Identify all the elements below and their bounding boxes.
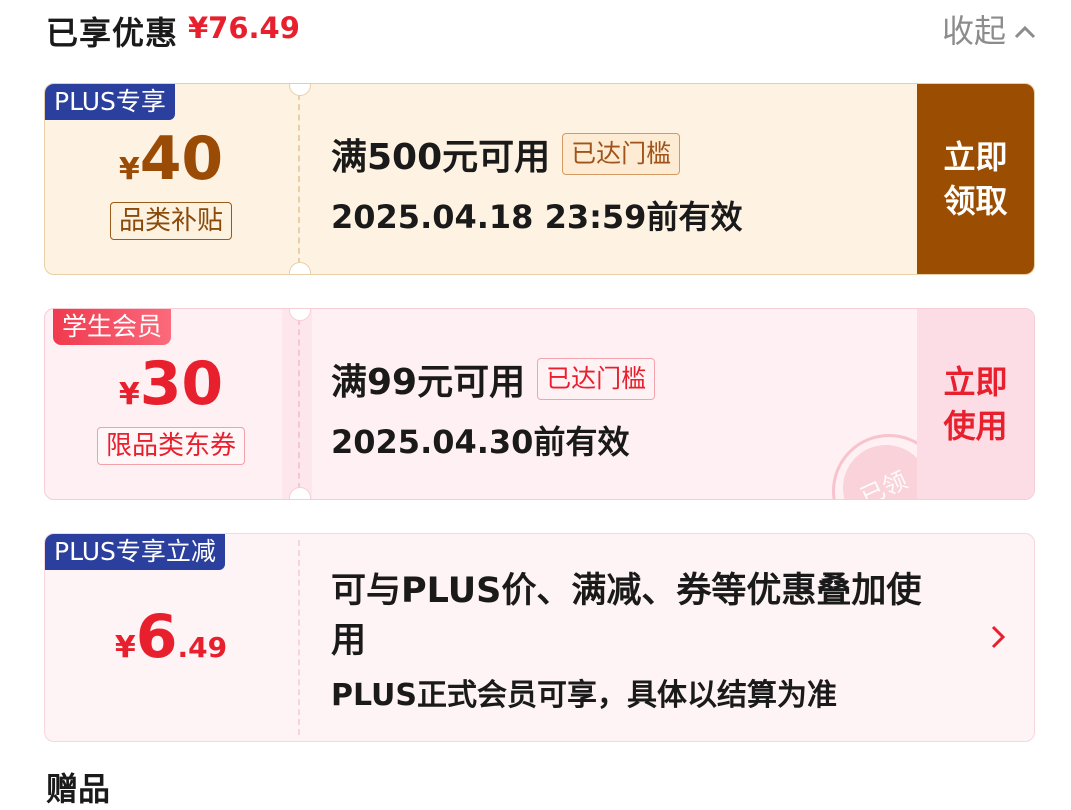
discount-title: 已享优惠 xyxy=(46,14,179,52)
coupon-card-plus: ¥40 品类补贴 PLUS专享 满500元可用 已达门槛 2025.04.18 … xyxy=(44,83,1035,275)
currency-symbol: ¥ xyxy=(118,377,140,412)
coupon-type-badge: 品类补贴 xyxy=(109,202,233,240)
coupon-card-student: ¥30 限品类东券 学生会员 满99元可用 已达门槛 2025.04.30前有效… xyxy=(44,308,1035,500)
plus-discount-tag: PLUS专享立减 xyxy=(45,534,225,570)
claim-now-button[interactable]: 立即 领取 xyxy=(917,84,1034,274)
coupon-condition: 满500元可用 xyxy=(331,137,551,178)
collapse-label: 收起 xyxy=(941,12,1006,50)
discount-details: 可与PLUS价、满减、券等优惠叠加使用 PLUS正式会员可享，具体以结算为准 xyxy=(331,566,931,714)
discount-amount: ¥6.49 xyxy=(45,602,297,672)
collapse-button[interactable]: 收起 xyxy=(942,6,1036,52)
coupon-amount: ¥40 xyxy=(45,124,297,194)
discount-total: ¥76.49 xyxy=(188,11,300,45)
coupon-amount-value: 30 xyxy=(139,349,224,419)
coupon-validity: 2025.04.18 23:59前有效 xyxy=(331,198,743,236)
gift-section-title: 赠品 xyxy=(46,770,111,808)
currency-symbol: ¥ xyxy=(118,152,140,187)
coupon-condition-row: 满500元可用 已达门槛 xyxy=(331,128,742,180)
discount-amount-int: 6 xyxy=(135,602,178,672)
action-label-line1: 立即 xyxy=(943,138,1008,176)
coupon-validity: 2025.04.30前有效 xyxy=(331,423,630,461)
coupon-divider xyxy=(298,94,300,264)
action-label-line2: 领取 xyxy=(943,182,1008,220)
coupon-notch xyxy=(289,262,311,274)
chevron-up-icon xyxy=(1014,25,1036,39)
threshold-reached-badge: 已达门槛 xyxy=(562,133,681,175)
discount-divider xyxy=(298,540,300,735)
discount-note: PLUS正式会员可享，具体以结算为准 xyxy=(331,678,838,713)
action-label-line2: 使用 xyxy=(943,407,1008,445)
chevron-right-icon[interactable] xyxy=(990,624,1006,650)
coupon-divider xyxy=(298,319,300,489)
action-label-line1: 立即 xyxy=(943,363,1008,401)
threshold-reached-badge: 已达门槛 xyxy=(537,358,656,400)
plus-discount-card[interactable]: ¥6.49 PLUS专享立减 可与PLUS价、满减、券等优惠叠加使用 PLUS正… xyxy=(44,533,1035,742)
use-now-button[interactable]: 立即 使用 xyxy=(917,309,1034,499)
coupon-type-badge: 限品类东券 xyxy=(96,427,246,465)
coupon-details: 满500元可用 已达门槛 2025.04.18 23:59前有效 xyxy=(331,128,742,238)
coupon-details: 满99元可用 已达门槛 2025.04.30前有效 xyxy=(331,353,656,463)
coupon-amount-value: 40 xyxy=(139,124,224,194)
coupon-condition: 满99元可用 xyxy=(331,362,526,403)
discount-description: 可与PLUS价、满减、券等优惠叠加使用 xyxy=(331,571,922,661)
currency-symbol: ¥ xyxy=(114,630,136,665)
coupon-condition-row: 满99元可用 已达门槛 xyxy=(331,353,656,405)
plus-exclusive-tag: PLUS专享 xyxy=(45,84,175,120)
discount-header: 已享优惠 ¥76.49 收起 xyxy=(46,6,1036,52)
coupon-amount: ¥30 xyxy=(45,349,297,419)
student-member-tag: 学生会员 xyxy=(53,309,172,345)
discount-amount-dec: .49 xyxy=(177,631,228,664)
